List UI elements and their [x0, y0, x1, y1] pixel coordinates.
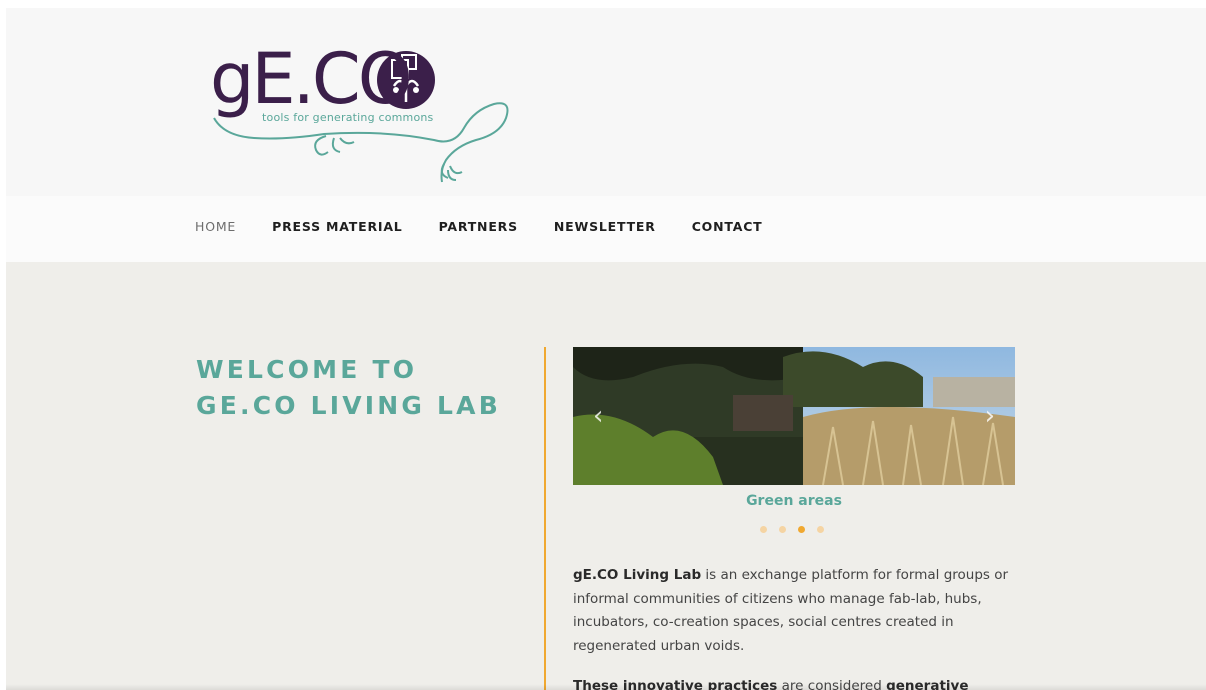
slide-image-green-areas	[573, 347, 1015, 485]
logo-tagline: tools for generating commons	[262, 111, 434, 124]
slider-dot-4[interactable]	[817, 526, 824, 533]
page: gE.CO tools for generating commons HOME …	[6, 8, 1206, 690]
welcome-heading: WELCOME TO GE.CO LIVING LAB	[196, 352, 501, 424]
main-content: WELCOME TO GE.CO LIVING LAB ‹ › Green ar…	[6, 262, 1206, 690]
nav-item-home[interactable]: HOME	[195, 219, 236, 234]
site-header: gE.CO tools for generating commons	[6, 8, 1206, 196]
intro-p1-bold: gE.CO Living Lab	[573, 567, 702, 583]
nav-item-press-material[interactable]: PRESS MATERIAL	[272, 219, 402, 234]
slide-caption: Green areas	[746, 493, 842, 509]
nav-item-partners[interactable]: PARTNERS	[439, 219, 518, 234]
welcome-heading-line1: WELCOME TO	[196, 355, 418, 384]
slider-dot-1[interactable]	[760, 526, 767, 533]
slider-dot-3[interactable]	[798, 526, 805, 533]
bottom-shadow	[6, 684, 1206, 690]
column-divider	[544, 347, 546, 690]
intro-paragraph-1: gE.CO Living Lab is an exchange platform…	[573, 564, 1013, 658]
slider-next-arrow-icon[interactable]: ›	[985, 403, 995, 429]
nav-item-newsletter[interactable]: NEWSLETTER	[554, 219, 656, 234]
slider-prev-arrow-icon[interactable]: ‹	[593, 403, 603, 429]
slider-dot-2[interactable]	[779, 526, 786, 533]
logo-wordmark: gE.CO	[210, 38, 413, 120]
slider-pagination	[760, 526, 836, 533]
welcome-heading-line2: GE.CO LIVING LAB	[196, 391, 501, 420]
site-logo[interactable]: gE.CO tools for generating commons	[206, 38, 516, 188]
image-slider[interactable]: ‹ ›	[573, 347, 1015, 485]
nav-item-contact[interactable]: CONTACT	[692, 219, 763, 234]
main-nav: HOME PRESS MATERIAL PARTNERS NEWSLETTER …	[6, 196, 1206, 262]
